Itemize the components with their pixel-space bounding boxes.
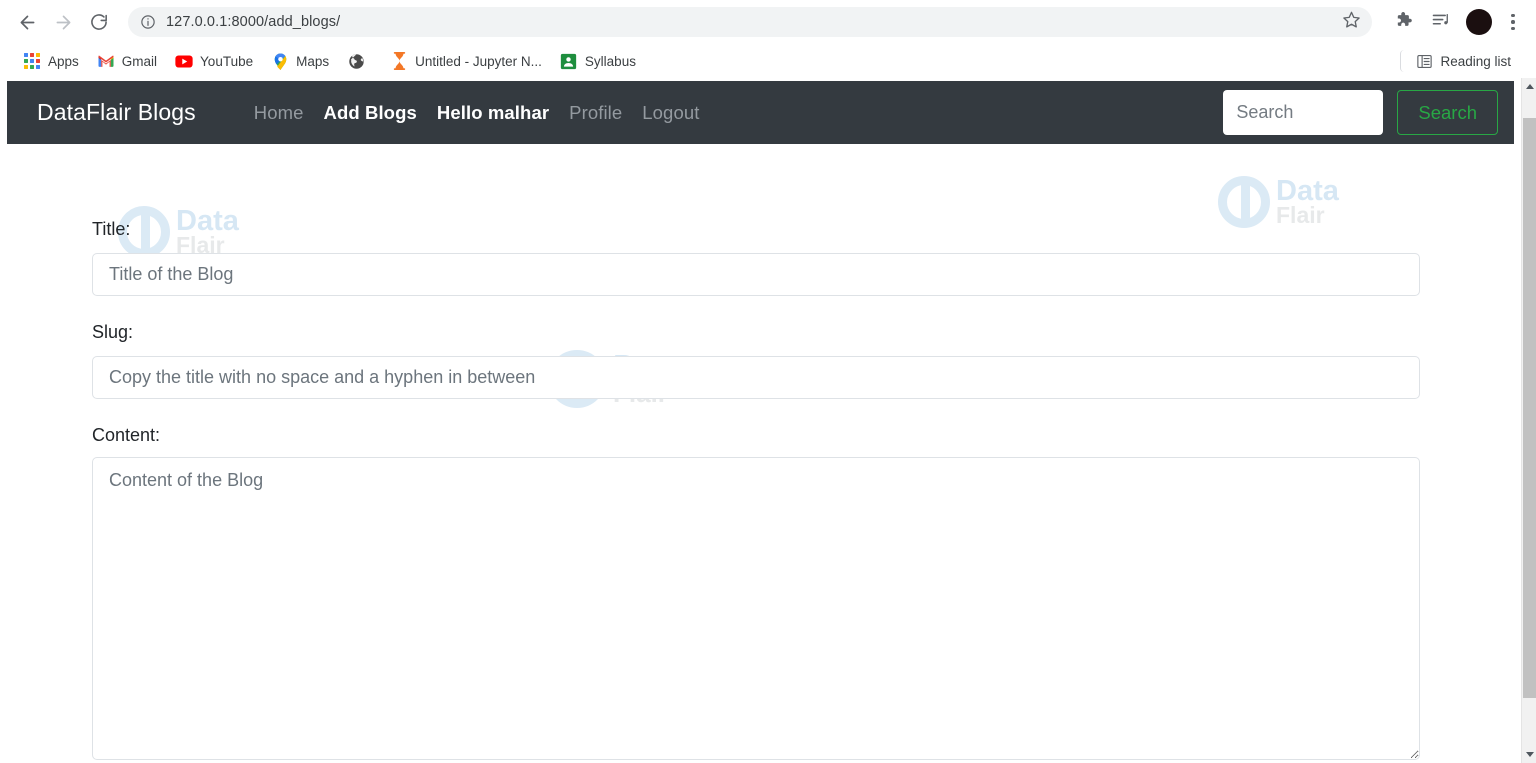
slug-input[interactable]	[92, 356, 1420, 399]
reload-icon	[89, 12, 109, 32]
browser-toolbar: 127.0.0.1:8000/add_blogs/	[0, 0, 1536, 44]
forward-button[interactable]	[46, 5, 80, 39]
address-bar[interactable]: 127.0.0.1:8000/add_blogs/	[128, 7, 1372, 37]
reading-list-icon	[1415, 52, 1433, 70]
bookmark-gmail[interactable]: Gmail	[90, 48, 164, 74]
title-label: Title:	[92, 219, 131, 239]
page-scrollbar[interactable]	[1521, 78, 1536, 763]
nav-link-logout[interactable]: Logout	[632, 102, 709, 124]
watermark-text: Data Flair	[176, 205, 239, 257]
slug-label: Slug:	[92, 322, 134, 342]
scroll-down-arrow-icon[interactable]	[1522, 746, 1536, 763]
puzzle-piece-icon	[1394, 10, 1413, 34]
scroll-up-arrow-icon[interactable]	[1522, 78, 1536, 95]
media-list-icon	[1431, 10, 1451, 35]
info-circle-icon[interactable]	[140, 14, 156, 30]
reload-button[interactable]	[82, 5, 116, 39]
bookmark-maps[interactable]: Maps	[264, 48, 336, 74]
three-dot-menu-icon[interactable]	[1500, 7, 1526, 37]
nav-link-hello-user[interactable]: Hello malhar	[427, 102, 559, 124]
back-button[interactable]	[10, 5, 44, 39]
site-navbar: DataFlair Blogs Home Add Blogs Hello mal…	[7, 81, 1514, 144]
star-icon	[1342, 10, 1361, 34]
scrollbar-thumb[interactable]	[1523, 118, 1536, 698]
bookmark-youtube[interactable]: YouTube	[168, 48, 260, 74]
url-text: 127.0.0.1:8000/add_blogs/	[166, 14, 341, 30]
search-input[interactable]	[1223, 90, 1384, 135]
browser-chrome: 127.0.0.1:8000/add_blogs/ Apps Gmail You…	[0, 0, 1536, 78]
youtube-icon	[175, 52, 193, 70]
watermark-text: Data Flair	[1276, 175, 1339, 228]
google-contacts-icon	[560, 52, 578, 70]
watermark-logo-left: Data Flair	[118, 206, 239, 258]
nav-link-home[interactable]: Home	[244, 102, 314, 124]
content-textarea[interactable]	[92, 457, 1420, 760]
watermark-data-text: Data	[1276, 175, 1339, 208]
site-brand[interactable]: DataFlair Blogs	[37, 99, 196, 126]
avatar[interactable]	[1466, 9, 1492, 35]
navbar-links: Home Add Blogs Hello malhar Profile Logo…	[244, 102, 710, 124]
page-viewport: Data Flair Data Flair Data Flair	[0, 78, 1536, 763]
arrow-right-icon	[53, 12, 74, 33]
watermark-logo-right: Data Flair	[1218, 176, 1339, 228]
bookmark-label: Maps	[296, 53, 330, 69]
jupyter-hourglass-icon	[390, 52, 408, 70]
bookmarks-bar: Apps Gmail YouTube Maps Untitled - Jupyt…	[0, 44, 1536, 78]
reading-list-button[interactable]: Reading list	[1400, 50, 1518, 72]
apps-grid-icon	[23, 52, 41, 70]
nav-link-add-blogs[interactable]: Add Blogs	[313, 102, 426, 124]
watermark-data-text: Data	[176, 205, 239, 238]
dataflair-logo-icon	[1218, 176, 1270, 228]
arrow-left-icon	[17, 12, 38, 33]
bookmark-label: Syllabus	[584, 53, 636, 69]
page-canvas: Data Flair Data Flair Data Flair	[0, 78, 1521, 763]
bookmark-label: Gmail	[121, 53, 158, 69]
watermark-flair-text: Flair	[1276, 201, 1325, 228]
bookmark-label: Apps	[48, 53, 79, 69]
bookmark-label: Untitled - Jupyter N...	[415, 53, 542, 69]
bookmark-apps[interactable]: Apps	[16, 48, 86, 74]
bookmark-star-button[interactable]	[1336, 7, 1366, 37]
bookmark-syllabus[interactable]: Syllabus	[553, 48, 643, 74]
navbar-search-form: Search	[1223, 90, 1498, 135]
nav-link-profile[interactable]: Profile	[559, 102, 632, 124]
extensions-button[interactable]	[1388, 7, 1418, 37]
bookmark-jupyter[interactable]: Untitled - Jupyter N...	[383, 48, 549, 74]
gmail-icon	[97, 52, 115, 70]
title-input[interactable]	[92, 253, 1420, 296]
bookmark-label: YouTube	[200, 53, 254, 69]
search-button[interactable]: Search	[1397, 90, 1498, 135]
bookmark-globe[interactable]	[340, 48, 379, 74]
media-control-button[interactable]	[1426, 7, 1456, 37]
reading-list-label: Reading list	[1440, 53, 1511, 69]
content-label: Content:	[92, 425, 161, 445]
maps-pin-icon	[271, 52, 289, 70]
globe-icon	[347, 52, 365, 70]
